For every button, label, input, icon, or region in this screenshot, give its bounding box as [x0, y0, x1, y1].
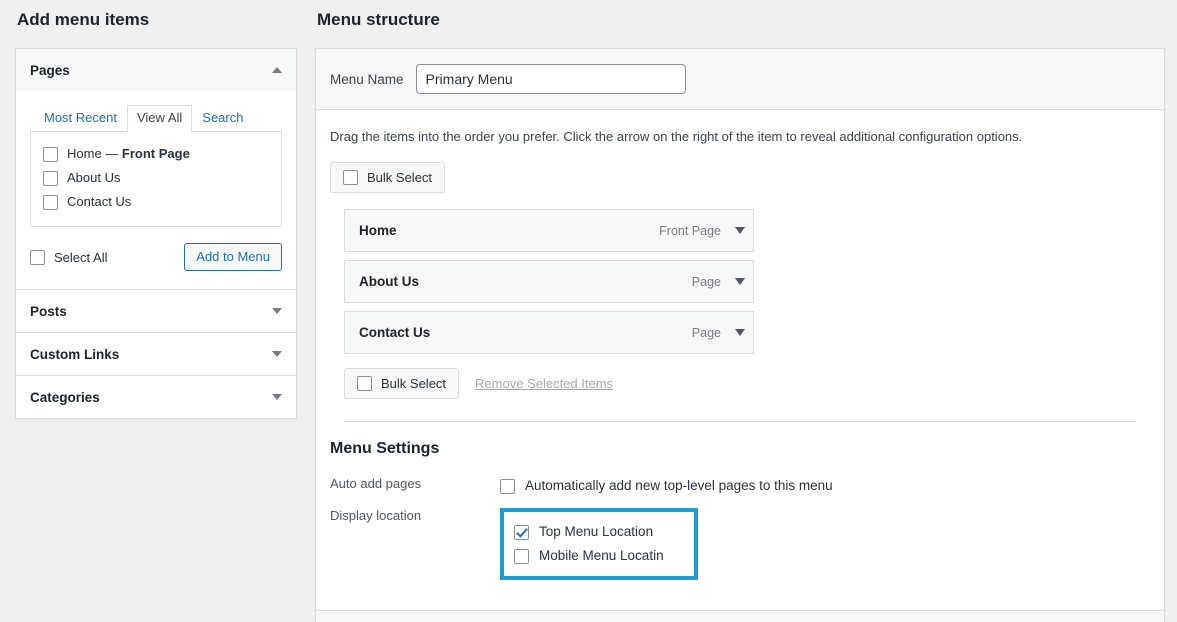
list-item[interactable]: Home — Front Page	[43, 142, 269, 166]
accordion-section-pages: Pages Most Recent View All Search Home —…	[16, 49, 296, 289]
accordion-section-categories: Categories	[16, 375, 296, 418]
display-location-highlight: Top Menu Location Mobile Menu Locatin	[500, 508, 698, 580]
chevron-down-icon[interactable]	[735, 227, 745, 234]
checkbox-select-all[interactable]	[30, 249, 45, 265]
pages-tabs: Most Recent View All Search	[30, 105, 282, 132]
menu-item-title: Home	[359, 223, 397, 238]
list-item[interactable]: About Us	[43, 166, 269, 190]
list-item-label: Home — Front Page	[67, 146, 190, 161]
display-location-option-mobile[interactable]: Mobile Menu Locatin	[514, 544, 664, 568]
menu-panel-footer: Delete Menu Save Menu	[316, 610, 1164, 622]
menu-item-meta: Page	[692, 275, 745, 289]
table-row[interactable]: Home Front Page	[344, 209, 754, 252]
checkbox-page-contact-us[interactable]	[43, 194, 58, 210]
table-row[interactable]: Contact Us Page	[344, 311, 754, 354]
menu-structure-panel: Menu structure Menu Name Drag the items …	[315, 0, 1165, 622]
menu-edit-panel: Menu Name Drag the items into the order …	[315, 48, 1165, 622]
bulk-select-toggle-bottom[interactable]: Bulk Select	[344, 368, 460, 399]
accordion-label-categories: Categories	[30, 389, 100, 405]
checkbox-bulk-select-bottom[interactable]	[357, 376, 372, 391]
pages-checkbox-list: Home — Front Page About Us Contact Us	[30, 131, 282, 227]
accordion-header-custom-links[interactable]: Custom Links	[16, 333, 296, 375]
chevron-down-icon[interactable]	[735, 329, 745, 336]
menu-item-meta: Page	[692, 326, 745, 340]
tab-most-recent[interactable]: Most Recent	[34, 105, 127, 131]
menu-item-type: Page	[691, 325, 721, 340]
tab-view-all[interactable]: View All	[126, 105, 193, 132]
checkbox-top-menu-location[interactable]	[514, 524, 529, 540]
caret-down-icon[interactable]	[272, 308, 282, 314]
accordion-header-pages[interactable]: Pages	[16, 49, 296, 91]
accordion-header-posts[interactable]: Posts	[16, 290, 296, 332]
menu-item-title: Contact Us	[359, 325, 431, 340]
bulk-select-label: Bulk Select	[367, 170, 433, 185]
caret-down-icon[interactable]	[272, 394, 282, 400]
auto-add-pages-label: Auto add pages	[330, 476, 422, 491]
bulk-select-label: Bulk Select	[381, 376, 447, 391]
wp-menus-screen: Add menu items Pages Most Recent View Al…	[0, 0, 1177, 622]
accordion-label-custom-links: Custom Links	[30, 346, 120, 362]
checkbox-page-about-us[interactable]	[43, 170, 58, 186]
menu-item-list: Home Front Page About Us Page Contact Us…	[344, 209, 754, 354]
metabox-accordion: Pages Most Recent View All Search Home —…	[15, 48, 297, 419]
select-all-label: Select All	[54, 249, 108, 265]
menu-item-meta: Front Page	[659, 224, 745, 238]
mobile-menu-location-label: Mobile Menu Locatin	[539, 548, 664, 563]
accordion-header-categories[interactable]: Categories	[16, 376, 296, 418]
display-location-row: Display location Top Menu Location Mobil…	[330, 506, 1150, 580]
display-location-label: Display location	[330, 508, 422, 523]
tab-search[interactable]: Search	[192, 105, 253, 131]
chevron-down-icon[interactable]	[735, 278, 745, 285]
auto-add-pages-option-label: Automatically add new top-level pages to…	[525, 478, 833, 493]
page-title-menu-structure: Menu structure	[317, 10, 440, 29]
display-location-option-top[interactable]: Top Menu Location	[514, 520, 664, 544]
menu-settings-section: Menu Settings Auto add pages Automatical…	[316, 422, 1164, 610]
pages-panel-body: Most Recent View All Search Home — Front…	[16, 91, 296, 289]
top-menu-location-label: Top Menu Location	[539, 524, 654, 539]
menu-items-area: Drag the items into the order you prefer…	[316, 110, 1164, 422]
checkbox-bulk-select-top[interactable]	[343, 170, 358, 185]
list-item-label: About Us	[67, 170, 121, 185]
page-title-add-menu-items: Add menu items	[17, 10, 150, 29]
checkbox-page-home[interactable]	[43, 146, 58, 162]
checkbox-mobile-menu-location[interactable]	[514, 548, 529, 564]
caret-up-icon[interactable]	[272, 67, 282, 73]
drag-hint-text: Drag the items into the order you prefer…	[330, 129, 1023, 144]
pages-panel-footer: Select All Add to Menu	[30, 243, 282, 271]
add-menu-items-panel: Add menu items Pages Most Recent View Al…	[15, 0, 297, 419]
table-row[interactable]: About Us Page	[344, 260, 754, 303]
display-location-field: Top Menu Location Mobile Menu Locatin	[500, 506, 1150, 580]
bulk-actions-row: Bulk Select Remove Selected Items	[344, 368, 1150, 399]
accordion-section-custom-links: Custom Links	[16, 332, 296, 375]
select-all-control[interactable]: Select All	[30, 249, 108, 265]
list-item-label: Contact Us	[67, 194, 132, 209]
menu-name-input[interactable]	[415, 64, 686, 94]
remove-selected-items-link[interactable]: Remove Selected Items	[475, 376, 613, 391]
checkbox-auto-add-pages[interactable]	[500, 478, 515, 494]
bulk-select-toggle-top[interactable]: Bulk Select	[330, 162, 446, 193]
menu-name-label: Menu Name	[330, 71, 404, 87]
menu-item-type: Page	[691, 274, 721, 289]
menu-item-type: Front Page	[659, 223, 721, 238]
list-item[interactable]: Contact Us	[43, 190, 269, 214]
add-to-menu-button[interactable]: Add to Menu	[184, 243, 282, 271]
auto-add-pages-option[interactable]: Automatically add new top-level pages to…	[500, 474, 1150, 498]
auto-add-pages-field: Automatically add new top-level pages to…	[500, 474, 1150, 498]
menu-item-title: About Us	[359, 274, 419, 289]
accordion-label-posts: Posts	[30, 303, 67, 319]
accordion-label-pages: Pages	[30, 62, 70, 78]
auto-add-pages-row: Auto add pages Automatically add new top…	[330, 474, 1150, 498]
caret-down-icon[interactable]	[272, 351, 282, 357]
accordion-section-posts: Posts	[16, 289, 296, 332]
menu-settings-heading: Menu Settings	[330, 440, 440, 457]
menu-name-row: Menu Name	[316, 49, 1164, 110]
